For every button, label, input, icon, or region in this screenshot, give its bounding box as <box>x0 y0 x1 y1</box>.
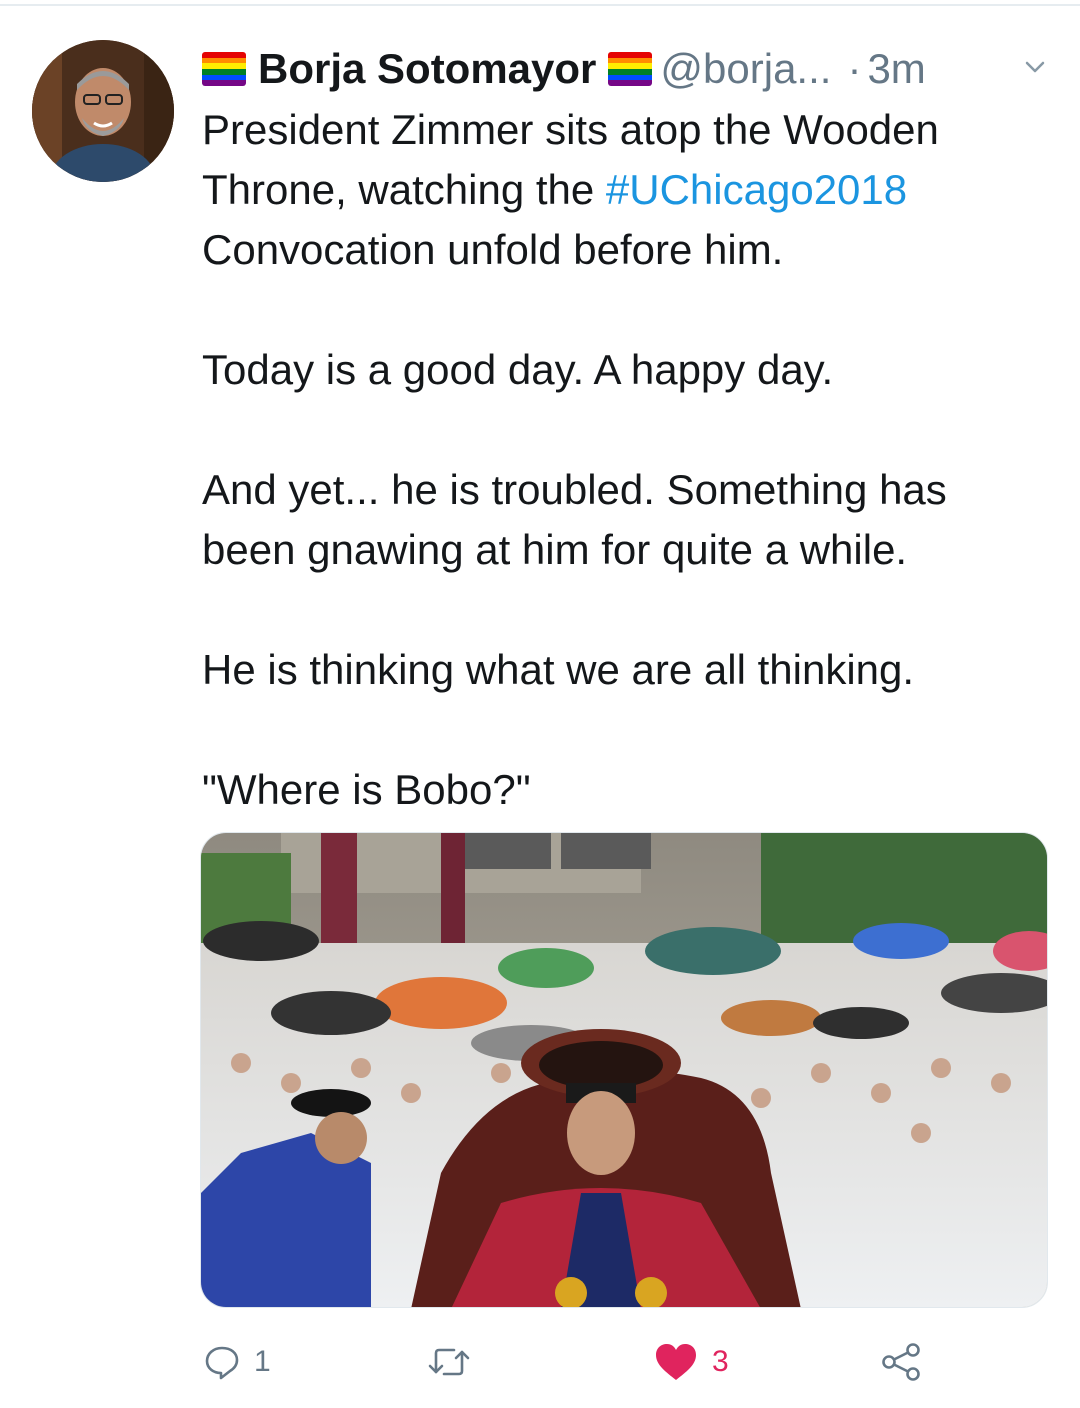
rainbow-flag-icon <box>202 52 246 86</box>
tweet-line: "Where is Bobo?" <box>202 766 531 813</box>
reply-icon <box>205 1346 239 1380</box>
tweet-line: Today is a good day. A happy day. <box>202 346 834 393</box>
like-button[interactable]: 3 <box>654 1330 729 1394</box>
share-button[interactable] <box>880 1330 922 1394</box>
chevron-down-icon[interactable] <box>1024 56 1046 78</box>
avatar[interactable] <box>32 40 174 182</box>
divider <box>0 4 1080 6</box>
avatar-image <box>32 40 174 182</box>
heart-icon <box>656 1344 696 1380</box>
reply-count: 1 <box>254 1345 271 1378</box>
tweet-text: President Zimmer sits atop the Wooden Th… <box>202 100 1052 820</box>
tweet-line: Throne, watching the #UChicago2018 <box>202 160 1052 220</box>
tweet-line: Convocation unfold before him. <box>202 226 784 273</box>
reply-button[interactable]: 1 <box>204 1330 271 1394</box>
tweet-text-segment: Throne, watching the <box>202 166 606 213</box>
like-count: 3 <box>712 1345 729 1378</box>
rainbow-flag-icon <box>608 52 653 86</box>
share-icon <box>882 1343 920 1381</box>
tweet-line: been gnawing at him for quite a while. <box>202 526 908 573</box>
author-name[interactable]: Borja Sotomayor <box>258 45 596 93</box>
tweet-line: And yet... he is troubled. Something has <box>202 466 947 513</box>
retweet-icon <box>428 1348 470 1376</box>
hashtag-link[interactable]: #UChicago2018 <box>606 166 907 213</box>
tweet-actions: 1 3 <box>200 1330 1048 1394</box>
timestamp[interactable]: 3m <box>867 45 925 93</box>
convocation-photo <box>201 833 1047 1307</box>
tweet-header: Borja Sotomayor @borja... · 3m <box>202 40 1062 98</box>
separator-dot: · <box>847 45 862 92</box>
tweet-photo[interactable] <box>200 832 1048 1308</box>
author-handle[interactable]: @borja... <box>660 45 831 93</box>
retweet-button[interactable] <box>426 1330 486 1394</box>
tweet-line: He is thinking what we are all thinking. <box>202 646 915 693</box>
tweet-line: President Zimmer sits atop the Wooden <box>202 106 939 153</box>
